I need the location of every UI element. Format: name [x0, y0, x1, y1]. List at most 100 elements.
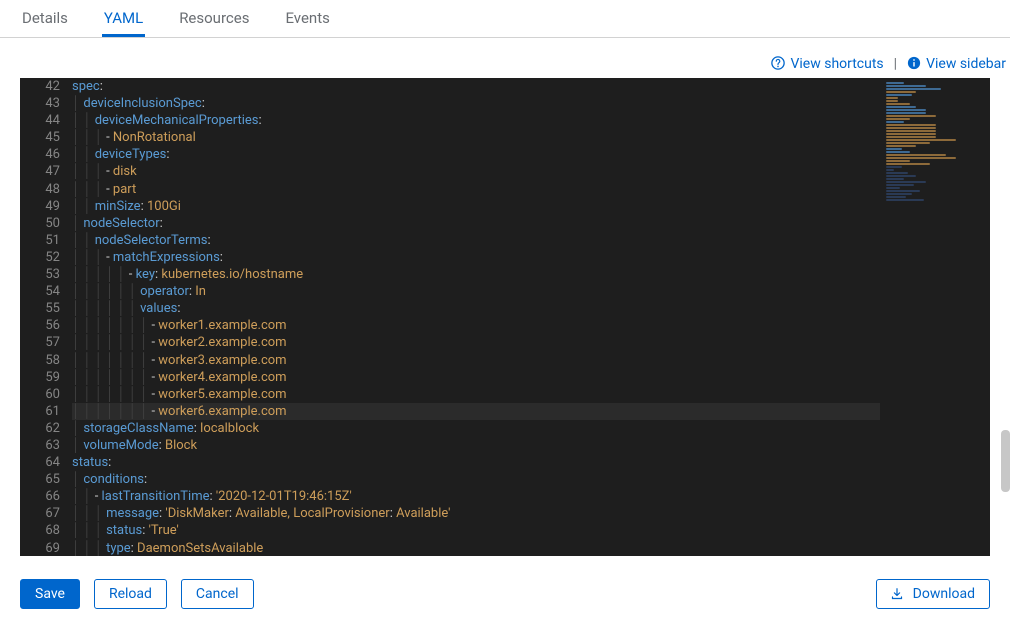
line-number: 64: [20, 454, 72, 471]
editor-line[interactable]: 59│ │ │ │ │ │ │ - worker4.example.com: [20, 369, 990, 386]
line-code[interactable]: │ │ deviceTypes:: [72, 146, 170, 163]
line-code[interactable]: │ │ │ - disk: [72, 163, 137, 180]
editor-minimap[interactable]: [880, 78, 990, 556]
tab-resources[interactable]: Resources: [177, 9, 251, 37]
line-code[interactable]: │ │ minSize: 100Gi: [72, 198, 181, 215]
yaml-editor[interactable]: 42spec:43│ deviceInclusionSpec:44│ │ dev…: [20, 78, 990, 556]
line-number: 56: [20, 317, 72, 334]
line-number: 55: [20, 300, 72, 317]
editor-line[interactable]: 69│ │ │ type: DaemonSetsAvailable: [20, 540, 990, 556]
minimap-line: [886, 190, 920, 192]
editor-line[interactable]: 62│ storageClassName: localblock: [20, 420, 990, 437]
view-shortcuts-link[interactable]: View shortcuts: [771, 56, 883, 72]
line-code[interactable]: │ │ │ │ │ │ │ - worker2.example.com: [72, 334, 287, 351]
view-sidebar-label: View sidebar: [926, 56, 1006, 72]
page-scrollbar[interactable]: [1001, 430, 1010, 492]
minimap-line: [886, 115, 936, 117]
minimap-line: [886, 91, 916, 93]
line-code[interactable]: │ │ - lastTransitionTime: '2020-12-01T19…: [72, 488, 352, 505]
line-code[interactable]: │ │ │ │ │ │ │ - worker1.example.com: [72, 317, 287, 334]
minimap-line: [886, 109, 926, 111]
reload-button[interactable]: Reload: [94, 579, 167, 609]
editor-line[interactable]: 53│ │ │ │ │ - key: kubernetes.io/hostnam…: [20, 266, 990, 283]
line-code[interactable]: │ │ │ │ │ │ values:: [72, 300, 180, 317]
line-code[interactable]: │ │ │ message: 'DiskMaker: Available, Lo…: [72, 505, 450, 522]
line-code[interactable]: │ storageClassName: localblock: [72, 420, 259, 437]
editor-line[interactable]: 58│ │ │ │ │ │ │ - worker3.example.com: [20, 352, 990, 369]
minimap-line: [886, 88, 941, 90]
minimap-line: [886, 118, 910, 120]
line-number: 66: [20, 488, 72, 505]
editor-line[interactable]: 48│ │ │ - part: [20, 181, 990, 198]
line-code[interactable]: │ conditions:: [72, 471, 147, 488]
line-number: 67: [20, 505, 72, 522]
editor-content[interactable]: 42spec:43│ deviceInclusionSpec:44│ │ dev…: [20, 78, 990, 556]
line-code[interactable]: │ │ │ │ │ │ │ - worker4.example.com: [72, 369, 287, 386]
minimap-line: [886, 136, 936, 138]
editor-line[interactable]: 52│ │ │ - matchExpressions:: [20, 249, 990, 266]
line-code[interactable]: │ │ │ status: 'True': [72, 522, 179, 539]
editor-line[interactable]: 61│ │ │ │ │ │ │ - worker6.example.com: [20, 403, 990, 420]
line-code[interactable]: │ deviceInclusionSpec:: [72, 95, 205, 112]
line-code[interactable]: │ │ nodeSelectorTerms:: [72, 232, 211, 249]
tab-yaml[interactable]: YAML: [102, 9, 145, 37]
line-code[interactable]: │ │ │ │ │ │ │ - worker3.example.com: [72, 352, 287, 369]
minimap-line: [886, 151, 910, 153]
tab-events[interactable]: Events: [283, 9, 331, 37]
save-button[interactable]: Save: [20, 579, 80, 609]
line-number: 44: [20, 112, 72, 129]
minimap-line: [886, 139, 956, 141]
editor-line[interactable]: 47│ │ │ - disk: [20, 163, 990, 180]
editor-line[interactable]: 63│ volumeMode: Block: [20, 437, 990, 454]
editor-line[interactable]: 46│ │ deviceTypes:: [20, 146, 990, 163]
cancel-button[interactable]: Cancel: [181, 579, 254, 609]
minimap-line: [886, 193, 912, 195]
editor-line[interactable]: 64status:: [20, 454, 990, 471]
line-code[interactable]: │ │ │ - matchExpressions:: [72, 249, 223, 266]
minimap-line: [886, 148, 902, 150]
line-number: 54: [20, 283, 72, 300]
editor-line[interactable]: 68│ │ │ status: 'True': [20, 522, 990, 539]
editor-line[interactable]: 54│ │ │ │ │ │ operator: In: [20, 283, 990, 300]
editor-line[interactable]: 44│ │ deviceMechanicalProperties:: [20, 112, 990, 129]
line-code[interactable]: spec:: [72, 78, 103, 95]
tab-details[interactable]: Details: [20, 9, 70, 37]
resource-tabs: Details YAML Resources Events: [0, 0, 1010, 38]
line-code[interactable]: │ │ │ │ │ │ │ - worker5.example.com: [72, 386, 287, 403]
line-code[interactable]: │ volumeMode: Block: [72, 437, 197, 454]
line-code[interactable]: │ │ │ - NonRotational: [72, 129, 196, 146]
line-number: 52: [20, 249, 72, 266]
editor-line[interactable]: 67│ │ │ message: 'DiskMaker: Available, …: [20, 505, 990, 522]
minimap-line: [886, 82, 904, 84]
line-code[interactable]: │ │ deviceMechanicalProperties:: [72, 112, 262, 129]
minimap-line: [886, 163, 930, 165]
minimap-line: [886, 172, 908, 174]
info-icon: [907, 56, 921, 72]
download-label: Download: [913, 586, 975, 602]
line-code[interactable]: status:: [72, 454, 111, 471]
view-sidebar-link[interactable]: View sidebar: [907, 56, 1006, 72]
line-code[interactable]: │ │ │ type: DaemonSetsAvailable: [72, 540, 263, 556]
editor-line[interactable]: 50│ nodeSelector:: [20, 215, 990, 232]
editor-line[interactable]: 55│ │ │ │ │ │ values:: [20, 300, 990, 317]
minimap-line: [886, 130, 936, 132]
line-code[interactable]: │ nodeSelector:: [72, 215, 163, 232]
editor-line[interactable]: 60│ │ │ │ │ │ │ - worker5.example.com: [20, 386, 990, 403]
line-code[interactable]: │ │ │ - part: [72, 181, 136, 198]
line-code[interactable]: │ │ │ │ │ │ │ - worker6.example.com: [72, 403, 287, 420]
line-code[interactable]: │ │ │ │ │ │ operator: In: [72, 283, 206, 300]
minimap-line: [886, 160, 910, 162]
editor-line[interactable]: 45│ │ │ - NonRotational: [20, 129, 990, 146]
editor-line[interactable]: 51│ │ nodeSelectorTerms:: [20, 232, 990, 249]
minimap-line: [886, 85, 926, 87]
editor-line[interactable]: 56│ │ │ │ │ │ │ - worker1.example.com: [20, 317, 990, 334]
editor-line[interactable]: 43│ deviceInclusionSpec:: [20, 95, 990, 112]
line-code[interactable]: │ │ │ │ │ - key: kubernetes.io/hostname: [72, 266, 303, 283]
editor-line[interactable]: 42spec:: [20, 78, 990, 95]
editor-line[interactable]: 66│ │ - lastTransitionTime: '2020-12-01T…: [20, 488, 990, 505]
minimap-line: [886, 154, 946, 156]
download-button[interactable]: Download: [876, 579, 990, 609]
editor-line[interactable]: 49│ │ minSize: 100Gi: [20, 198, 990, 215]
editor-line[interactable]: 57│ │ │ │ │ │ │ - worker2.example.com: [20, 334, 990, 351]
editor-line[interactable]: 65│ conditions:: [20, 471, 990, 488]
